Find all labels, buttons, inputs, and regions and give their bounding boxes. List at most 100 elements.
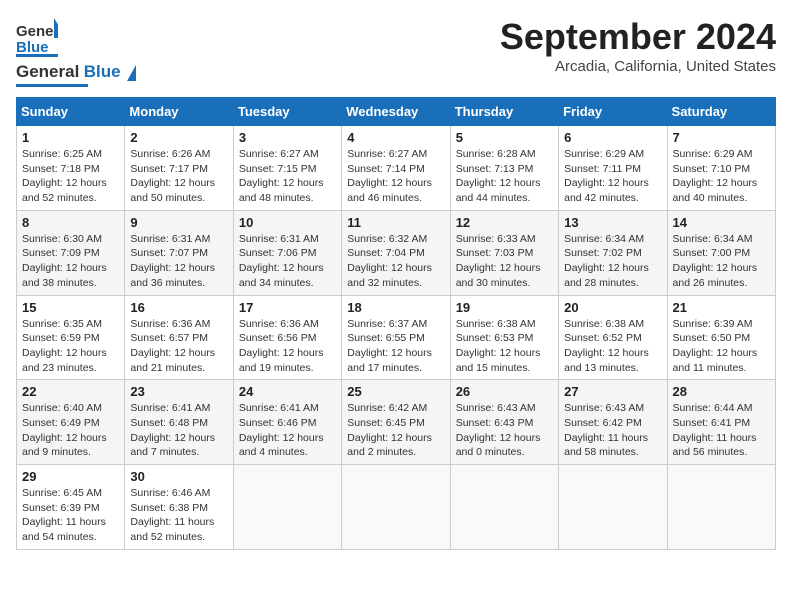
day-info: Sunrise: 6:40 AMSunset: 6:49 PMDaylight:… — [22, 401, 119, 460]
day-number: 8 — [22, 215, 119, 230]
calendar-cell: 18 Sunrise: 6:37 AMSunset: 6:55 PMDayligh… — [342, 295, 450, 380]
logo-underline — [16, 84, 88, 87]
day-number: 22 — [22, 384, 119, 399]
day-info: Sunrise: 6:33 AMSunset: 7:03 PMDaylight:… — [456, 232, 553, 291]
calendar-cell: 16 Sunrise: 6:36 AMSunset: 6:57 PMDayligh… — [125, 295, 233, 380]
calendar-cell — [667, 465, 775, 550]
calendar-cell: 12 Sunrise: 6:33 AMSunset: 7:03 PMDayligh… — [450, 210, 558, 295]
day-info: Sunrise: 6:38 AMSunset: 6:53 PMDaylight:… — [456, 317, 553, 376]
day-number: 5 — [456, 130, 553, 145]
calendar-cell: 11 Sunrise: 6:32 AMSunset: 7:04 PMDayligh… — [342, 210, 450, 295]
day-info: Sunrise: 6:41 AMSunset: 6:46 PMDaylight:… — [239, 401, 336, 460]
svg-text:General: General — [16, 23, 58, 40]
calendar-cell: 1Sunrise: 6:25 AMSunset: 7:18 PMDaylight… — [17, 126, 125, 211]
day-info: Sunrise: 6:27 AMSunset: 7:15 PMDaylight:… — [239, 147, 336, 206]
day-info: Sunrise: 6:34 AMSunset: 7:00 PMDaylight:… — [673, 232, 770, 291]
calendar-cell — [559, 465, 667, 550]
calendar-cell: 23 Sunrise: 6:41 AMSunset: 6:48 PMDayligh… — [125, 380, 233, 465]
day-info: Sunrise: 6:36 AMSunset: 6:56 PMDaylight:… — [239, 317, 336, 376]
day-info: Sunrise: 6:31 AMSunset: 7:07 PMDaylight:… — [130, 232, 227, 291]
day-number: 2 — [130, 130, 227, 145]
calendar-table: SundayMondayTuesdayWednesdayThursdayFrid… — [16, 97, 776, 550]
day-info: Sunrise: 6:30 AMSunset: 7:09 PMDaylight:… — [22, 232, 119, 291]
day-info: Sunrise: 6:43 AMSunset: 6:43 PMDaylight:… — [456, 401, 553, 460]
day-number: 11 — [347, 215, 444, 230]
day-info: Sunrise: 6:31 AMSunset: 7:06 PMDaylight:… — [239, 232, 336, 291]
calendar-cell: 3 Sunrise: 6:27 AMSunset: 7:15 PMDaylight… — [233, 126, 341, 211]
day-number: 14 — [673, 215, 770, 230]
day-number: 25 — [347, 384, 444, 399]
day-info: Sunrise: 6:29 AMSunset: 7:11 PMDaylight:… — [564, 147, 661, 206]
calendar-cell: 30Sunrise: 6:46 AMSunset: 6:38 PMDayligh… — [125, 465, 233, 550]
day-info: Sunrise: 6:45 AMSunset: 6:39 PMDaylight:… — [22, 486, 119, 545]
day-number: 23 — [130, 384, 227, 399]
day-number: 6 — [564, 130, 661, 145]
calendar-cell: 15 Sunrise: 6:35 AMSunset: 6:59 PMDayligh… — [17, 295, 125, 380]
calendar-cell: 28 Sunrise: 6:44 AMSunset: 6:41 PMDayligh… — [667, 380, 775, 465]
calendar-cell — [342, 465, 450, 550]
calendar-cell: 2 Sunrise: 6:26 AMSunset: 7:17 PMDaylight… — [125, 126, 233, 211]
day-info: Sunrise: 6:43 AMSunset: 6:42 PMDaylight:… — [564, 401, 661, 460]
day-number: 27 — [564, 384, 661, 399]
day-number: 18 — [347, 300, 444, 315]
day-number: 12 — [456, 215, 553, 230]
day-number: 15 — [22, 300, 119, 315]
logo-icon: General Blue — [16, 16, 58, 58]
calendar-cell — [450, 465, 558, 550]
day-info: Sunrise: 6:35 AMSunset: 6:59 PMDaylight:… — [22, 317, 119, 376]
calendar-cell: 25Sunrise: 6:42 AMSunset: 6:45 PMDayligh… — [342, 380, 450, 465]
calendar-cell: 6 Sunrise: 6:29 AMSunset: 7:11 PMDaylight… — [559, 126, 667, 211]
calendar-week-row: 22 Sunrise: 6:40 AMSunset: 6:49 PMDayligh… — [17, 380, 776, 465]
calendar-week-row: 1Sunrise: 6:25 AMSunset: 7:18 PMDaylight… — [17, 126, 776, 211]
day-number: 20 — [564, 300, 661, 315]
calendar-cell: 13Sunrise: 6:34 AMSunset: 7:02 PMDayligh… — [559, 210, 667, 295]
day-info: Sunrise: 6:41 AMSunset: 6:48 PMDaylight:… — [130, 401, 227, 460]
calendar-cell: 5 Sunrise: 6:28 AMSunset: 7:13 PMDaylight… — [450, 126, 558, 211]
day-info: Sunrise: 6:36 AMSunset: 6:57 PMDaylight:… — [130, 317, 227, 376]
weekday-header: Thursday — [450, 98, 558, 126]
weekday-header: Monday — [125, 98, 233, 126]
calendar-cell: 14 Sunrise: 6:34 AMSunset: 7:00 PMDayligh… — [667, 210, 775, 295]
day-number: 16 — [130, 300, 227, 315]
day-number: 13 — [564, 215, 661, 230]
day-info: Sunrise: 6:44 AMSunset: 6:41 PMDaylight:… — [673, 401, 770, 460]
page-header: General Blue General Blue September 2024… — [16, 16, 776, 87]
calendar-cell: 27 Sunrise: 6:43 AMSunset: 6:42 PMDayligh… — [559, 380, 667, 465]
day-number: 28 — [673, 384, 770, 399]
day-number: 3 — [239, 130, 336, 145]
logo-blue: Blue — [84, 62, 121, 81]
calendar-cell: 26 Sunrise: 6:43 AMSunset: 6:43 PMDayligh… — [450, 380, 558, 465]
day-number: 7 — [673, 130, 770, 145]
logo: General Blue General Blue — [16, 16, 136, 87]
calendar-cell: 17 Sunrise: 6:36 AMSunset: 6:56 PMDayligh… — [233, 295, 341, 380]
title-area: September 2024 Arcadia, California, Unit… — [500, 16, 776, 75]
svg-text:Blue: Blue — [16, 39, 49, 56]
day-number: 17 — [239, 300, 336, 315]
day-number: 24 — [239, 384, 336, 399]
calendar-cell: 8 Sunrise: 6:30 AMSunset: 7:09 PMDaylight… — [17, 210, 125, 295]
day-number: 26 — [456, 384, 553, 399]
calendar-cell: 19 Sunrise: 6:38 AMSunset: 6:53 PMDayligh… — [450, 295, 558, 380]
day-info: Sunrise: 6:46 AMSunset: 6:38 PMDaylight:… — [130, 486, 227, 545]
calendar-week-row: 15 Sunrise: 6:35 AMSunset: 6:59 PMDayligh… — [17, 295, 776, 380]
calendar-cell: 29Sunrise: 6:45 AMSunset: 6:39 PMDayligh… — [17, 465, 125, 550]
calendar-cell: 10 Sunrise: 6:31 AMSunset: 7:06 PMDayligh… — [233, 210, 341, 295]
day-info: Sunrise: 6:32 AMSunset: 7:04 PMDaylight:… — [347, 232, 444, 291]
calendar-cell: 20Sunrise: 6:38 AMSunset: 6:52 PMDayligh… — [559, 295, 667, 380]
calendar-cell: 24 Sunrise: 6:41 AMSunset: 6:46 PMDayligh… — [233, 380, 341, 465]
day-info: Sunrise: 6:28 AMSunset: 7:13 PMDaylight:… — [456, 147, 553, 206]
calendar-cell: 21Sunrise: 6:39 AMSunset: 6:50 PMDayligh… — [667, 295, 775, 380]
calendar-cell: 22 Sunrise: 6:40 AMSunset: 6:49 PMDayligh… — [17, 380, 125, 465]
day-number: 10 — [239, 215, 336, 230]
day-info: Sunrise: 6:37 AMSunset: 6:55 PMDaylight:… — [347, 317, 444, 376]
location-title: Arcadia, California, United States — [500, 58, 776, 75]
day-info: Sunrise: 6:27 AMSunset: 7:14 PMDaylight:… — [347, 147, 444, 206]
day-info: Sunrise: 6:29 AMSunset: 7:10 PMDaylight:… — [673, 147, 770, 206]
month-title: September 2024 — [500, 16, 776, 58]
calendar-week-row: 29Sunrise: 6:45 AMSunset: 6:39 PMDayligh… — [17, 465, 776, 550]
calendar-cell — [233, 465, 341, 550]
weekday-header: Friday — [559, 98, 667, 126]
day-info: Sunrise: 6:26 AMSunset: 7:17 PMDaylight:… — [130, 147, 227, 206]
day-number: 19 — [456, 300, 553, 315]
calendar-cell: 7 Sunrise: 6:29 AMSunset: 7:10 PMDaylight… — [667, 126, 775, 211]
